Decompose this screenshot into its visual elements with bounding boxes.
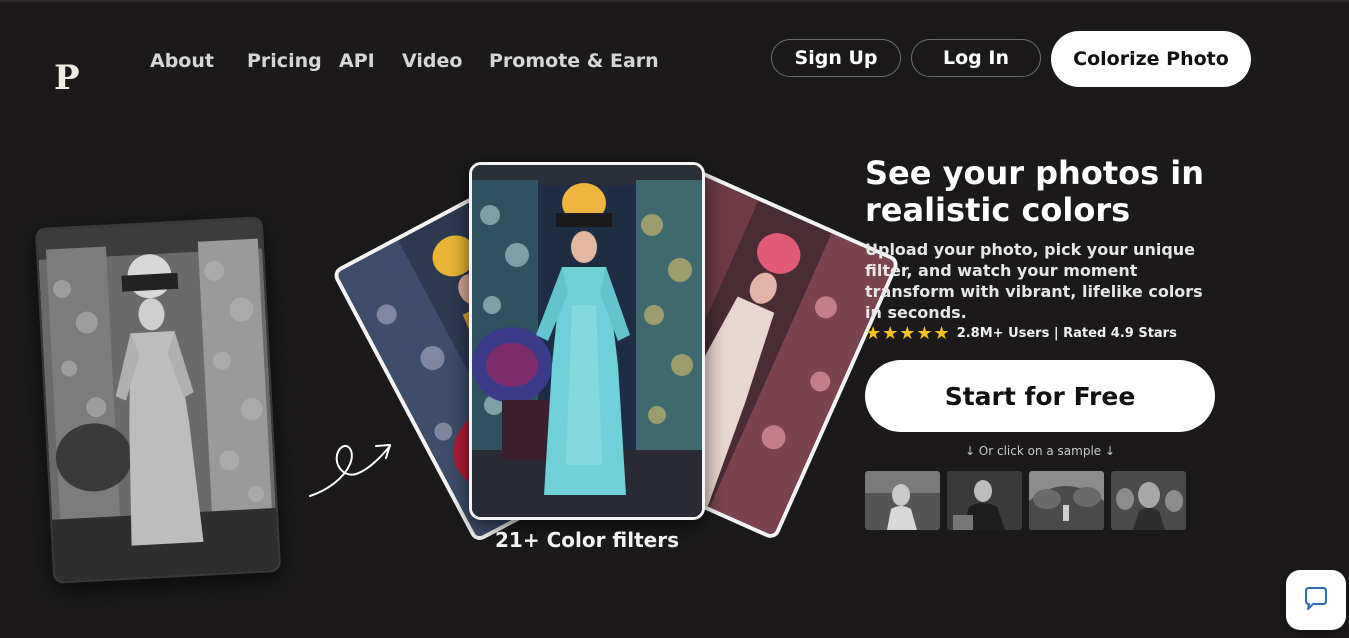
nav-pricing[interactable]: Pricing [247,50,322,72]
rating-text: 2.8M+ Users | Rated 4.9 Stars [956,325,1177,341]
chat-button[interactable] [1286,570,1346,630]
nav-about[interactable]: About [150,50,214,72]
sample-photo-man[interactable] [947,471,1022,530]
top-border [0,0,1349,2]
log-in-button[interactable]: Log In [911,39,1041,77]
color-filter-photo-center [469,162,705,520]
sample-photo-mother-children[interactable] [1111,471,1186,530]
filters-caption: 21+ Color filters [495,528,679,552]
sign-up-button[interactable]: Sign Up [771,39,901,77]
sample-hint: ↓ Or click on a sample ↓ [964,444,1116,458]
start-for-free-button[interactable]: Start for Free [865,360,1215,432]
sample-photo-woman[interactable] [865,471,940,530]
hero-title: See your photos in realistic colors [865,154,1205,229]
colorize-photo-button[interactable]: Colorize Photo [1051,31,1251,87]
hero-description: Upload your photo, pick your unique filt… [865,240,1203,322]
sample-photos [865,471,1186,530]
star-rating-icon: ★★★★★ [865,322,951,344]
nav-promote-earn[interactable]: Promote & Earn [489,50,659,72]
nav-video[interactable]: Video [402,50,462,72]
sample-photo-garden[interactable] [1029,471,1104,530]
original-bw-photo [34,216,282,584]
rating-row: ★★★★★ 2.8M+ Users | Rated 4.9 Stars [865,322,1177,344]
logo[interactable]: P [54,58,80,98]
hand-drawn-arrow-icon [309,444,391,497]
nav-api[interactable]: API [339,50,375,72]
chat-bubble-icon [1305,587,1327,610]
